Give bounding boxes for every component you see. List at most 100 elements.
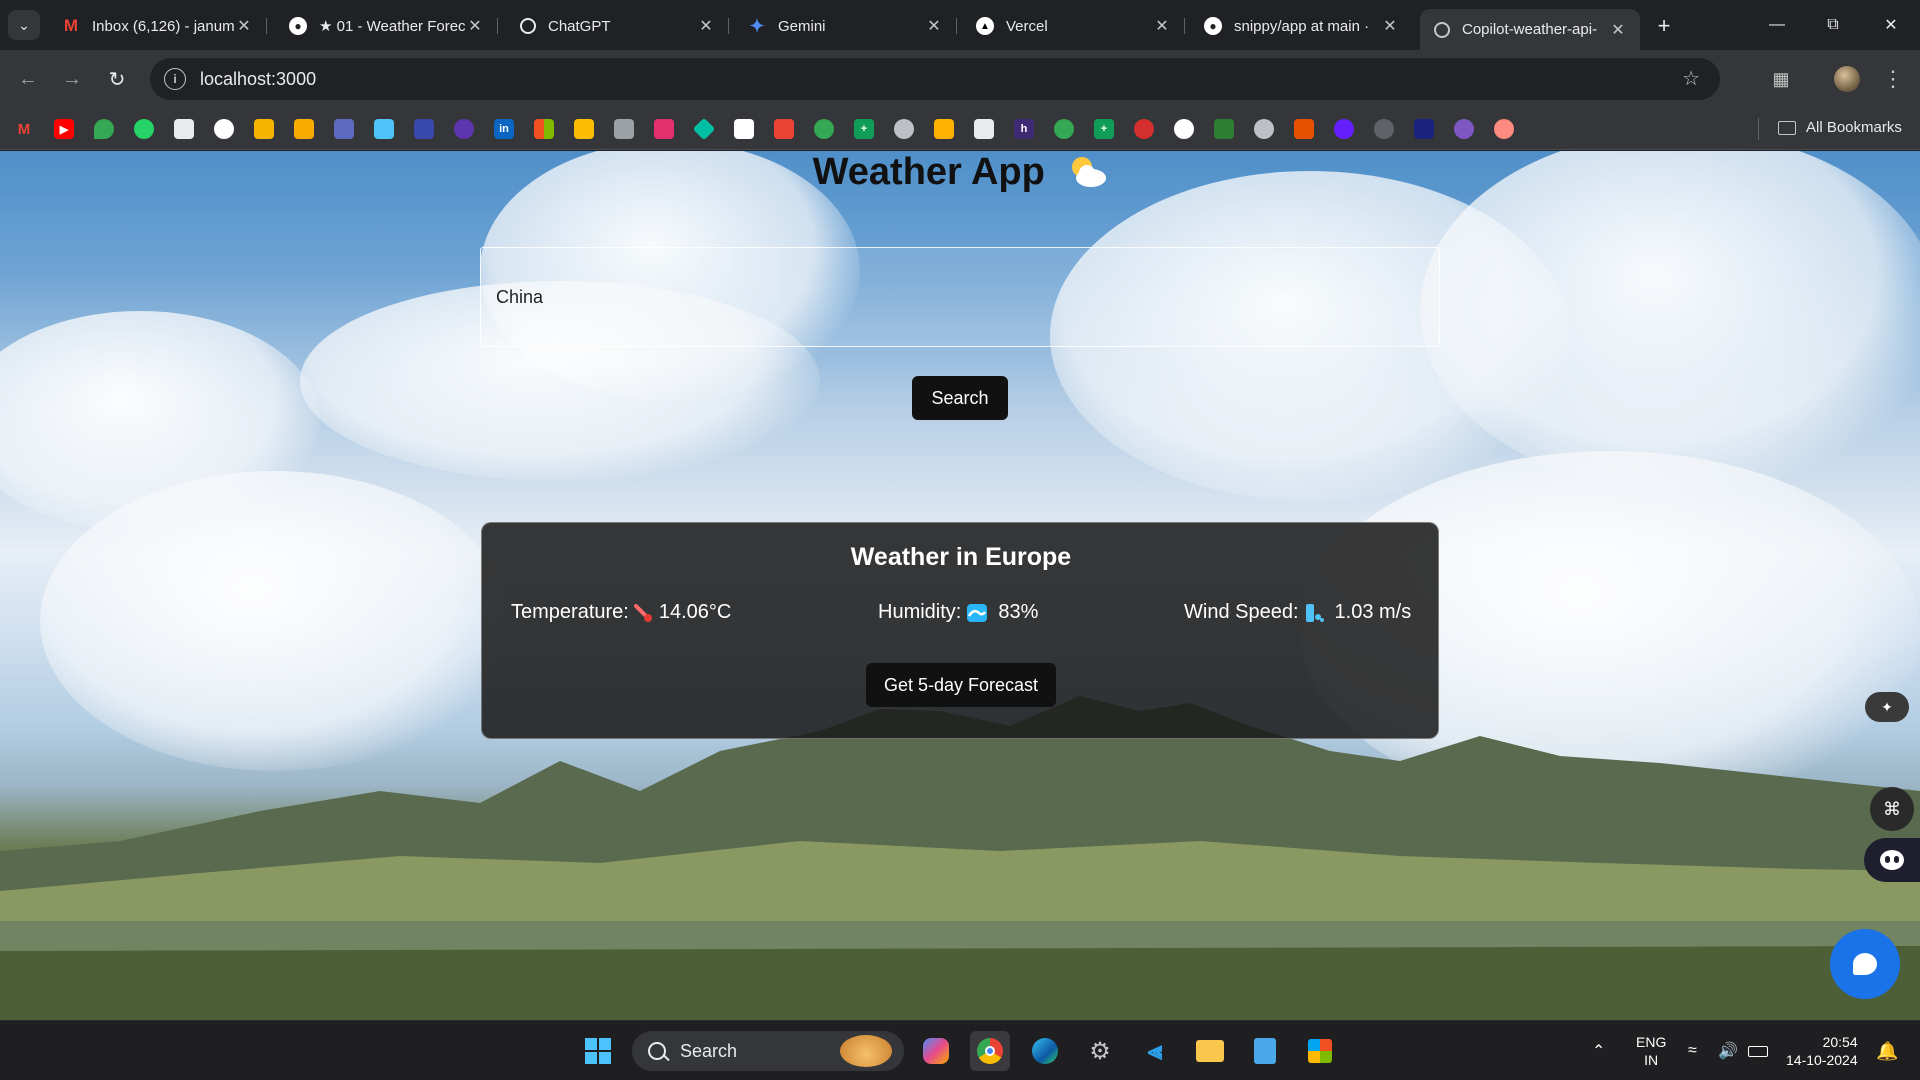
bookmark-icon[interactable] [1374,119,1394,139]
youtube-bookmark-icon[interactable]: ▶ [54,119,74,139]
tab-vercel[interactable]: ▲ Vercel ✕ [962,9,1185,43]
tab-weather-forecast[interactable]: ● ★ 01 - Weather Forec ✕ [275,9,498,43]
microsoft-bookmark-icon[interactable] [534,119,554,139]
clock[interactable]: 20:54 14-10-2024 [1786,1021,1858,1080]
tab-search-button[interactable]: ⌄ [8,10,40,40]
bookmark-icon[interactable] [374,119,394,139]
city-search-input[interactable] [480,247,1440,347]
chrome-icon[interactable] [970,1031,1010,1071]
forward-arrow-icon[interactable]: → [57,64,87,94]
weather-app-page: Weather App Search Weather in Europe Tem… [0,151,1920,1020]
bookmark-icon[interactable] [1214,119,1234,139]
bookmark-icon[interactable] [1054,119,1074,139]
chevron-down-icon: ⌄ [18,16,30,33]
wifi-icon[interactable]: ≈ [1688,1021,1697,1080]
bookmark-icon[interactable] [454,119,474,139]
wind-speed-row: Wind Speed: 1.03 m/s [1184,601,1411,624]
restore-icon[interactable]: ⧉ [1810,10,1856,40]
close-icon[interactable]: ✕ [1152,16,1172,36]
site-info-icon[interactable]: i [164,68,186,90]
minimize-icon[interactable]: — [1754,10,1800,40]
bookmark-icon[interactable] [614,119,634,139]
extensions-puzzle-icon[interactable]: ▦ [1766,64,1796,94]
vscode-icon[interactable]: ⫷ [1135,1031,1175,1071]
instagram-bookmark-icon[interactable] [654,119,674,139]
bookmark-icon[interactable]: + [854,119,874,139]
bookmark-icon[interactable] [1414,119,1434,139]
bookmark-icon[interactable]: h [1014,119,1034,139]
whatsapp-bookmark-icon[interactable] [134,119,154,139]
settings-gear-icon[interactable]: ⚙ [1080,1031,1120,1071]
bookmark-icon[interactable] [1334,119,1354,139]
store-icon[interactable] [1300,1031,1340,1071]
maps-bookmark-icon[interactable] [94,119,114,139]
address-bar[interactable]: i localhost:3000 ☆ [150,58,1720,100]
close-icon[interactable]: ✕ [234,16,254,36]
url-text[interactable]: localhost:3000 [200,69,316,90]
bookmark-icon[interactable] [774,119,794,139]
bookmark-icon[interactable] [692,117,716,141]
bookmark-icon[interactable] [814,119,834,139]
bookmark-icon[interactable] [294,119,314,139]
bookmark-icon[interactable] [574,119,594,139]
bookmark-icon[interactable] [934,119,954,139]
magic-wand-icon[interactable]: ✦ [1865,692,1909,722]
close-icon[interactable]: ✕ [1608,20,1628,40]
bookmark-icon[interactable] [174,119,194,139]
tab-snippy[interactable]: ● snippy/app at main · ✕ [1190,9,1412,43]
bookmark-icon[interactable]: + [1094,119,1114,139]
copilot-icon[interactable] [916,1031,956,1071]
language-indicator[interactable]: ENG IN [1636,1021,1666,1080]
tab-gemini[interactable]: ✦ Gemini ✕ [734,9,957,43]
profile-avatar[interactable] [1834,66,1860,92]
tab-chatgpt[interactable]: ChatGPT ✕ [506,9,729,43]
bookmark-icon[interactable] [254,119,274,139]
clock-date: 14-10-2024 [1786,1052,1858,1068]
all-bookmarks-button[interactable]: All Bookmarks [1778,119,1902,136]
notepad-icon[interactable] [1245,1031,1285,1071]
bookmark-icon[interactable] [414,119,434,139]
notification-bell-icon[interactable]: 🔔 [1876,1021,1898,1080]
bookmark-icon[interactable] [1294,119,1314,139]
bookmark-icon[interactable] [1254,119,1274,139]
taskbar-search-box[interactable]: Search [632,1031,904,1071]
linkedin-bookmark-icon[interactable]: in [494,119,514,139]
bookmark-icon[interactable] [1134,119,1154,139]
search-button[interactable]: Search [912,376,1008,420]
show-hidden-icons-chevron-icon[interactable]: ⌃ [1592,1021,1605,1080]
temperature-row: Temperature: 14.06°C [511,601,731,624]
volume-icon[interactable]: 🔊 [1718,1021,1738,1080]
new-tab-plus-icon[interactable]: + [1650,12,1678,40]
bookmark-icon[interactable] [734,119,754,139]
bookmark-icon[interactable] [1494,119,1514,139]
bookmark-star-icon[interactable]: ☆ [1682,66,1700,91]
assistant-bot-icon[interactable] [1864,838,1920,882]
gmail-bookmark-icon[interactable]: M [14,119,34,139]
battery-icon[interactable] [1748,1021,1768,1080]
close-icon[interactable]: ✕ [1380,16,1400,36]
bookmark-icon[interactable] [894,119,914,139]
bookmark-icon[interactable] [1454,119,1474,139]
menu-kebab-icon[interactable]: ⋮ [1878,64,1908,94]
tab-copilot-weather-api[interactable]: Copilot-weather-api- ✕ [1420,9,1640,50]
close-icon[interactable]: ✕ [696,16,716,36]
reload-icon[interactable]: ↻ [102,64,132,94]
bookmark-icon[interactable] [1174,119,1194,139]
bookmark-icon[interactable] [974,119,994,139]
back-arrow-icon[interactable]: ← [13,64,43,94]
window-close-icon[interactable]: ✕ [1868,10,1914,40]
chat-bubble-icon[interactable] [1830,929,1900,999]
close-icon[interactable]: ✕ [465,16,485,36]
windows-start-icon[interactable] [578,1031,618,1071]
bookmark-icon[interactable] [334,119,354,139]
edge-icon[interactable] [1025,1031,1065,1071]
github-icon: ● [1204,17,1222,35]
wind-speed-label: Wind Speed: [1184,601,1299,623]
get-forecast-button[interactable]: Get 5-day Forecast [866,663,1056,707]
tab-gmail[interactable]: M Inbox (6,126) - janum ✕ [48,9,267,43]
command-icon[interactable]: ⌘ [1870,787,1914,831]
close-icon[interactable]: ✕ [924,16,944,36]
region-code: IN [1644,1052,1659,1068]
file-explorer-icon[interactable] [1190,1031,1230,1071]
github-bookmark-icon[interactable] [214,119,234,139]
